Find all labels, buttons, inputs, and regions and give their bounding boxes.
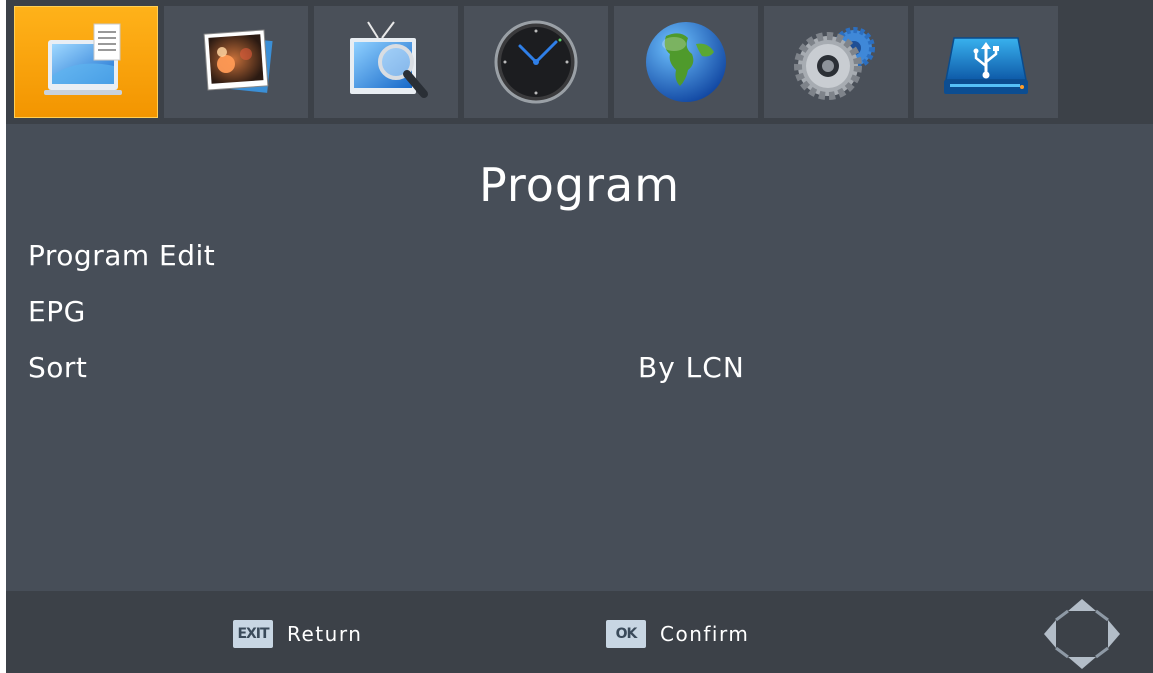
globe-icon [646,22,726,102]
settings-gears-icon [794,27,875,100]
clock-icon [494,20,578,104]
ok-hint: OK Confirm [606,620,749,648]
exit-hint: EXIT Return [233,620,362,648]
exit-key-icon: EXIT [233,620,273,648]
sort-value[interactable]: By LCN [638,351,745,384]
tab-program[interactable] [14,6,158,118]
program-icon [44,23,122,95]
page-title: Program [478,158,681,212]
top-menu-bar [6,0,1153,124]
picture-icon [203,29,273,93]
tab-picture[interactable] [164,6,308,118]
tab-time[interactable] [464,6,608,118]
footer-hints: EXIT Return OK Confirm [6,591,1153,673]
tab-channel-search[interactable] [314,6,458,118]
menu-tabs [14,6,1058,118]
return-label: Return [287,622,363,646]
ok-key-icon: OK [606,620,646,648]
menu-item-label: EPG [28,295,86,328]
menu-screen: Program Program Edit EPG Sort By LCN EXI… [6,0,1153,673]
menu-item-sort[interactable]: Sort By LCN [28,351,1128,391]
menu-item-label: Program Edit [28,239,216,272]
menu-item-label: Sort [28,351,88,384]
menu-item-epg[interactable]: EPG [28,295,1128,335]
channel-search-icon [350,21,428,98]
tab-usb[interactable] [914,6,1058,118]
usb-icon [944,37,1028,94]
menu-item-program-edit[interactable]: Program Edit [28,239,1128,279]
tab-language[interactable] [614,6,758,118]
tab-system[interactable] [764,6,908,118]
main-panel: Program Program Edit EPG Sort By LCN [6,124,1153,591]
confirm-label: Confirm [660,622,750,646]
dpad-navigation-icon [1044,599,1120,669]
